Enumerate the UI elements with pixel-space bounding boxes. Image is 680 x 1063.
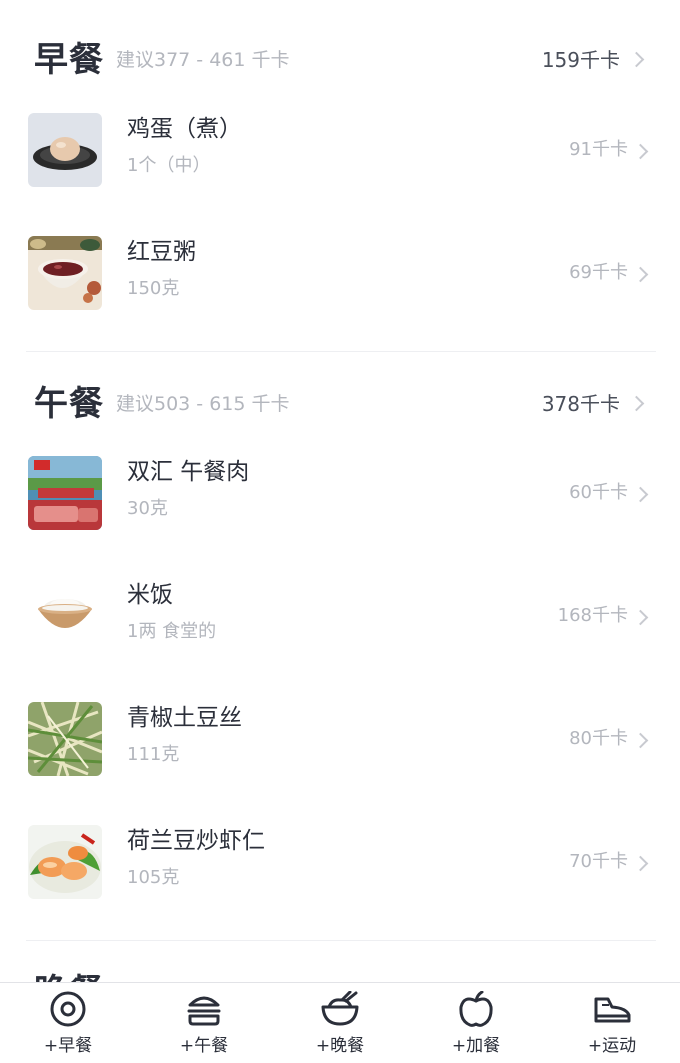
diet-log-list[interactable]: 早餐 建议377 - 461 千卡 159千卡 鸡蛋（煮） 1个（中） 91千卡 <box>0 0 680 982</box>
add-exercise-tab[interactable]: +运动 <box>544 983 680 1063</box>
tab-label: +运动 <box>587 1036 637 1056</box>
food-name: 红豆粥 <box>127 239 196 265</box>
rice-bowl-icon <box>321 991 359 1026</box>
rice-image <box>28 579 102 653</box>
breakfast-title: 早餐 <box>34 40 104 80</box>
food-name: 双汇 午餐肉 <box>127 459 250 485</box>
food-amount: 30克 <box>127 498 168 519</box>
tab-label: +加餐 <box>451 1036 501 1056</box>
breakfast-suggestion: 建议377 - 461 千卡 <box>116 49 290 71</box>
chevron-right-icon <box>632 855 649 872</box>
food-amount: 111克 <box>127 744 180 765</box>
food-item-red-bean-porridge[interactable]: 红豆粥 150克 69千卡 <box>0 236 680 360</box>
food-name: 荷兰豆炒虾仁 <box>127 828 265 854</box>
chevron-right-icon <box>632 266 649 283</box>
section-divider <box>26 351 656 352</box>
sneaker-icon <box>594 997 631 1023</box>
tab-label: +晚餐 <box>315 1036 365 1056</box>
tab-label: +午餐 <box>179 1036 229 1056</box>
section-divider <box>26 940 656 941</box>
food-kcal: 69千卡 <box>569 262 628 283</box>
food-name: 鸡蛋（煮） <box>127 116 242 142</box>
chevron-right-icon <box>632 609 649 626</box>
bottom-tab-bar: +早餐 +午餐 +晚餐 +加餐 +运动 <box>0 982 680 1063</box>
tab-label: +早餐 <box>43 1036 93 1056</box>
food-item-snowpea-shrimp[interactable]: 荷兰豆炒虾仁 105克 70千卡 <box>0 825 680 949</box>
dinner-title: 晚餐 <box>34 962 104 982</box>
food-amount: 150克 <box>127 278 180 299</box>
luncheon-meat-image <box>28 456 102 530</box>
chevron-right-icon <box>632 732 649 749</box>
food-item-pepper-potato-shreds[interactable]: 青椒土豆丝 111克 80千卡 <box>0 702 680 826</box>
food-item-rice[interactable]: 米饭 1两 食堂的 168千卡 <box>0 579 680 703</box>
breakfast-donut-icon <box>50 991 86 1027</box>
lunch-title: 午餐 <box>34 384 104 424</box>
food-item-luncheon-meat[interactable]: 双汇 午餐肉 30克 60千卡 <box>0 456 680 580</box>
breakfast-header[interactable]: 早餐 建议377 - 461 千卡 159千卡 <box>0 30 680 90</box>
breakfast-total-kcal: 159千卡 <box>541 48 620 72</box>
food-name: 米饭 <box>127 582 173 608</box>
food-amount: 1两 食堂的 <box>127 621 217 642</box>
apple-icon <box>459 991 493 1027</box>
dinner-header[interactable]: 晚餐 <box>0 962 680 982</box>
add-dinner-tab[interactable]: +晚餐 <box>272 983 408 1063</box>
red-bean-porridge-image <box>28 236 102 310</box>
chevron-right-icon <box>628 51 645 68</box>
food-amount: 105克 <box>127 867 180 888</box>
add-snack-tab[interactable]: +加餐 <box>408 983 544 1063</box>
lunch-suggestion: 建议503 - 615 千卡 <box>116 393 290 415</box>
lunch-total-kcal: 378千卡 <box>541 392 620 416</box>
food-kcal: 168千卡 <box>557 605 628 626</box>
chevron-right-icon <box>632 486 649 503</box>
food-name: 青椒土豆丝 <box>127 705 242 731</box>
burger-icon <box>187 996 221 1026</box>
chevron-right-icon <box>632 143 649 160</box>
lunch-header[interactable]: 午餐 建议503 - 615 千卡 378千卡 <box>0 374 680 434</box>
food-kcal: 70千卡 <box>569 851 628 872</box>
food-kcal: 91千卡 <box>569 139 628 160</box>
food-item-boiled-egg[interactable]: 鸡蛋（煮） 1个（中） 91千卡 <box>0 113 680 237</box>
pepper-potato-shreds-image <box>28 702 102 776</box>
add-lunch-tab[interactable]: +午餐 <box>136 983 272 1063</box>
food-amount: 1个（中） <box>127 155 211 176</box>
food-kcal: 60千卡 <box>569 482 628 503</box>
snowpea-shrimp-image <box>28 825 102 899</box>
chevron-right-icon <box>628 395 645 412</box>
boiled-egg-image <box>28 113 102 187</box>
add-breakfast-tab[interactable]: +早餐 <box>0 983 136 1063</box>
food-kcal: 80千卡 <box>569 728 628 749</box>
